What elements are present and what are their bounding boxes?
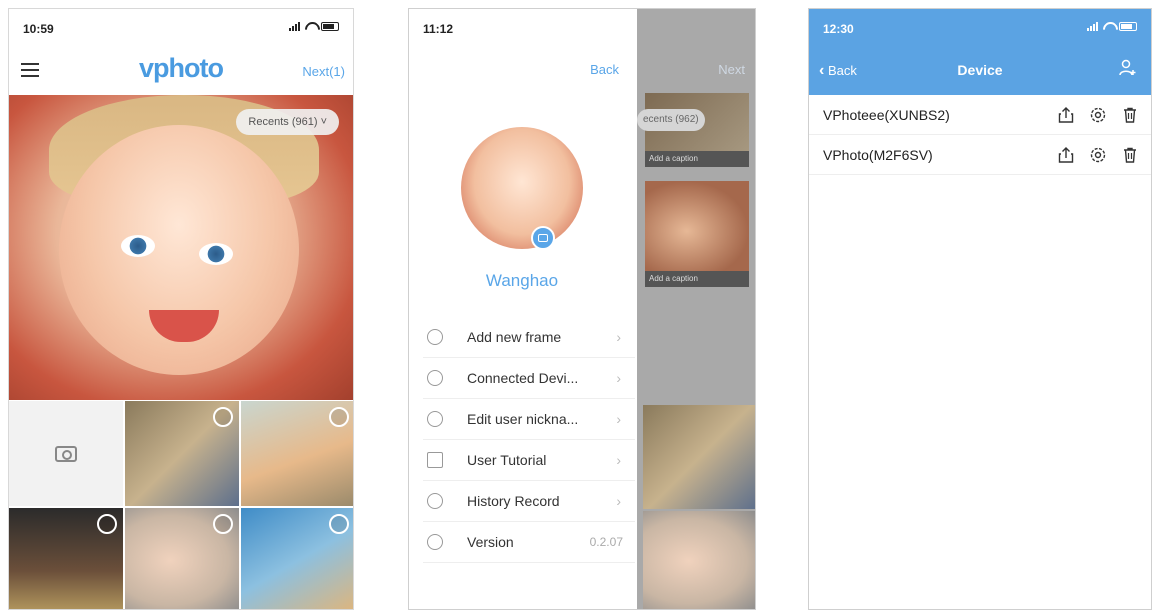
select-circle-icon[interactable] — [213, 514, 233, 534]
side-drawer: 11:12 Back Wanghao Add new frame › Conne… — [409, 9, 635, 609]
phone-screen-side-menu: ecents (962) Add a caption Add a caption… — [408, 8, 756, 610]
chevron-right-icon: › — [616, 370, 621, 386]
avatar[interactable] — [461, 127, 583, 249]
trash-icon[interactable] — [1121, 146, 1139, 164]
select-circle-icon[interactable] — [329, 407, 349, 427]
version-value: 0.2.07 — [589, 535, 623, 549]
next-button: Next — [718, 62, 745, 77]
menu-item-label: History Record — [467, 493, 560, 509]
photo-thumbnail — [645, 181, 749, 281]
photo-eye-right — [199, 243, 233, 265]
battery-icon — [321, 22, 339, 31]
status-bar: 10:59 — [9, 9, 353, 47]
select-circle-icon[interactable] — [329, 514, 349, 534]
share-icon[interactable] — [1057, 146, 1075, 164]
next-button[interactable]: Next(1) — [302, 64, 345, 79]
chevron-right-icon: › — [616, 493, 621, 509]
menu-item-label: Version — [467, 534, 514, 550]
clock-icon — [427, 493, 443, 509]
status-icons — [1087, 21, 1137, 31]
status-time: 11:12 — [423, 22, 454, 36]
device-actions — [1057, 146, 1139, 164]
photo-thumbnail[interactable] — [9, 508, 123, 609]
device-row[interactable]: VPhoteee(XUNBS2) — [809, 95, 1151, 135]
menu-item-history-record[interactable]: History Record › — [423, 481, 635, 522]
battery-icon — [1119, 22, 1137, 31]
chevron-right-icon: › — [616, 411, 621, 427]
device-actions — [1057, 106, 1139, 124]
menu-item-label: Edit user nickna... — [467, 411, 579, 427]
device-name: VPhoto(M2F6SV) — [823, 146, 933, 163]
photo-grid — [9, 401, 353, 609]
photo-eye-left — [121, 235, 155, 257]
trash-icon[interactable] — [1121, 106, 1139, 124]
device-name: VPhoteee(XUNBS2) — [823, 106, 950, 123]
photo-mouth — [149, 310, 219, 342]
chevron-right-icon: › — [616, 329, 621, 345]
page-title: Device — [957, 62, 1003, 78]
album-selector: ecents (962) — [637, 109, 705, 131]
dimmed-background[interactable]: ecents (962) Add a caption Add a caption — [637, 9, 755, 609]
device-row[interactable]: VPhoto(M2F6SV) — [809, 135, 1151, 175]
phone-screen-devices: 12:30 ‹ Back Device VPhoteee(XUNBS2) VPh… — [808, 8, 1152, 610]
edit-user-icon — [427, 411, 443, 427]
info-icon — [427, 534, 443, 550]
photo-thumbnail — [643, 511, 755, 609]
photo-face — [59, 125, 299, 375]
menu-item-add-new-frame[interactable]: Add new frame › — [423, 317, 635, 358]
chevron-right-icon: › — [616, 452, 621, 468]
menu-item-label: User Tutorial — [467, 452, 547, 468]
menu-item-connected-devices[interactable]: Connected Devi... › — [423, 358, 635, 399]
status-bar: 12:30 — [809, 9, 1151, 47]
wifi-icon — [1103, 22, 1114, 31]
signal-icon — [289, 21, 300, 31]
status-icons — [289, 21, 339, 31]
caption-field: Add a caption — [645, 271, 749, 287]
select-circle-icon[interactable] — [213, 407, 233, 427]
photo-thumbnail[interactable] — [125, 508, 239, 609]
username: Wanghao — [485, 271, 559, 290]
menu-item-label: Add new frame — [467, 329, 562, 345]
status-time: 12:30 — [823, 22, 854, 36]
camera-tile[interactable] — [9, 401, 123, 506]
caption-field: Add a caption — [645, 151, 749, 167]
menu-item-version: Version 0.2.07 — [423, 522, 635, 563]
add-user-icon[interactable] — [1119, 59, 1137, 77]
status-time: 10:59 — [23, 22, 54, 36]
signal-icon — [1087, 21, 1098, 31]
photo-thumbnail[interactable] — [125, 401, 239, 506]
photo-thumbnail — [643, 405, 755, 509]
selected-photo-preview: Recents (961) ˅ — [9, 95, 353, 400]
photo-thumbnail[interactable] — [241, 401, 353, 506]
camera-icon — [55, 445, 77, 462]
back-button[interactable]: Back — [590, 62, 619, 77]
album-selector[interactable]: Recents (961) ˅ — [236, 109, 339, 135]
nav-header: 12:30 ‹ Back Device — [809, 9, 1151, 95]
phone-screen-photos: 10:59 vphoto Next(1) Recents (961) ˅ — [8, 8, 354, 610]
status-bar: 11:12 — [409, 9, 635, 47]
share-icon[interactable] — [1057, 106, 1075, 124]
select-circle-icon[interactable] — [97, 514, 117, 534]
settings-icon[interactable] — [1089, 146, 1107, 164]
photo-thumbnail[interactable] — [241, 508, 353, 609]
nav-bar: vphoto Next(1) — [9, 47, 353, 95]
wifi-icon — [305, 22, 316, 31]
menu-item-edit-nickname[interactable]: Edit user nickna... › — [423, 399, 635, 440]
menu-item-user-tutorial[interactable]: User Tutorial › — [423, 440, 635, 481]
settings-icon[interactable] — [1089, 106, 1107, 124]
document-icon — [427, 452, 443, 468]
user-icon — [427, 329, 443, 345]
menu-item-label: Connected Devi... — [467, 370, 579, 386]
change-avatar-camera-icon[interactable] — [531, 226, 555, 250]
connected-devices-icon — [427, 370, 443, 386]
drawer-menu: Add new frame › Connected Devi... › Edit… — [423, 317, 635, 563]
